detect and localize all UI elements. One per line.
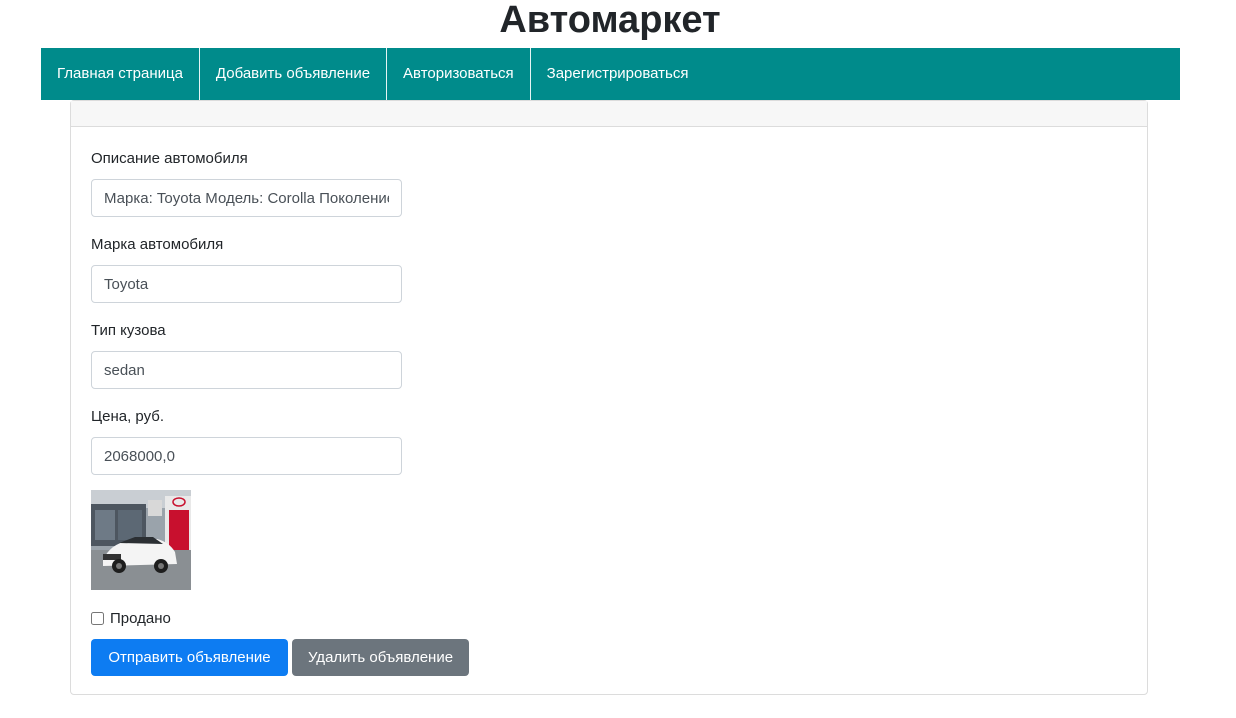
nav-add-listing[interactable]: Добавить объявление <box>200 48 388 100</box>
site-title: Автомаркет <box>499 0 721 41</box>
main-navbar: Главная страница Добавить объявление Авт… <box>41 48 1180 100</box>
nav-login[interactable]: Авторизоваться <box>387 48 531 100</box>
price-label: Цена, руб. <box>91 408 165 425</box>
body-type-label: Тип кузова <box>91 322 166 339</box>
delete-listing-button[interactable]: Удалить объявление <box>292 639 469 676</box>
sold-checkbox[interactable] <box>91 612 104 625</box>
nav-register[interactable]: Зарегистрироваться <box>531 48 705 100</box>
price-input[interactable] <box>91 437 402 475</box>
description-label: Описание автомобиля <box>91 150 248 167</box>
sold-row[interactable]: Продано <box>91 610 171 627</box>
car-photo-image <box>91 490 191 590</box>
brand-input[interactable] <box>91 265 402 303</box>
submit-listing-button[interactable]: Отправить объявление <box>91 639 288 676</box>
description-input[interactable] <box>91 179 402 217</box>
body-type-input[interactable] <box>91 351 402 389</box>
listing-card: Описание автомобиля Марка автомобиля Тип… <box>70 100 1148 695</box>
sold-label: Продано <box>110 610 171 627</box>
car-photo <box>91 490 191 590</box>
card-header <box>71 101 1147 127</box>
brand-label: Марка автомобиля <box>91 236 224 253</box>
nav-home[interactable]: Главная страница <box>41 48 200 100</box>
